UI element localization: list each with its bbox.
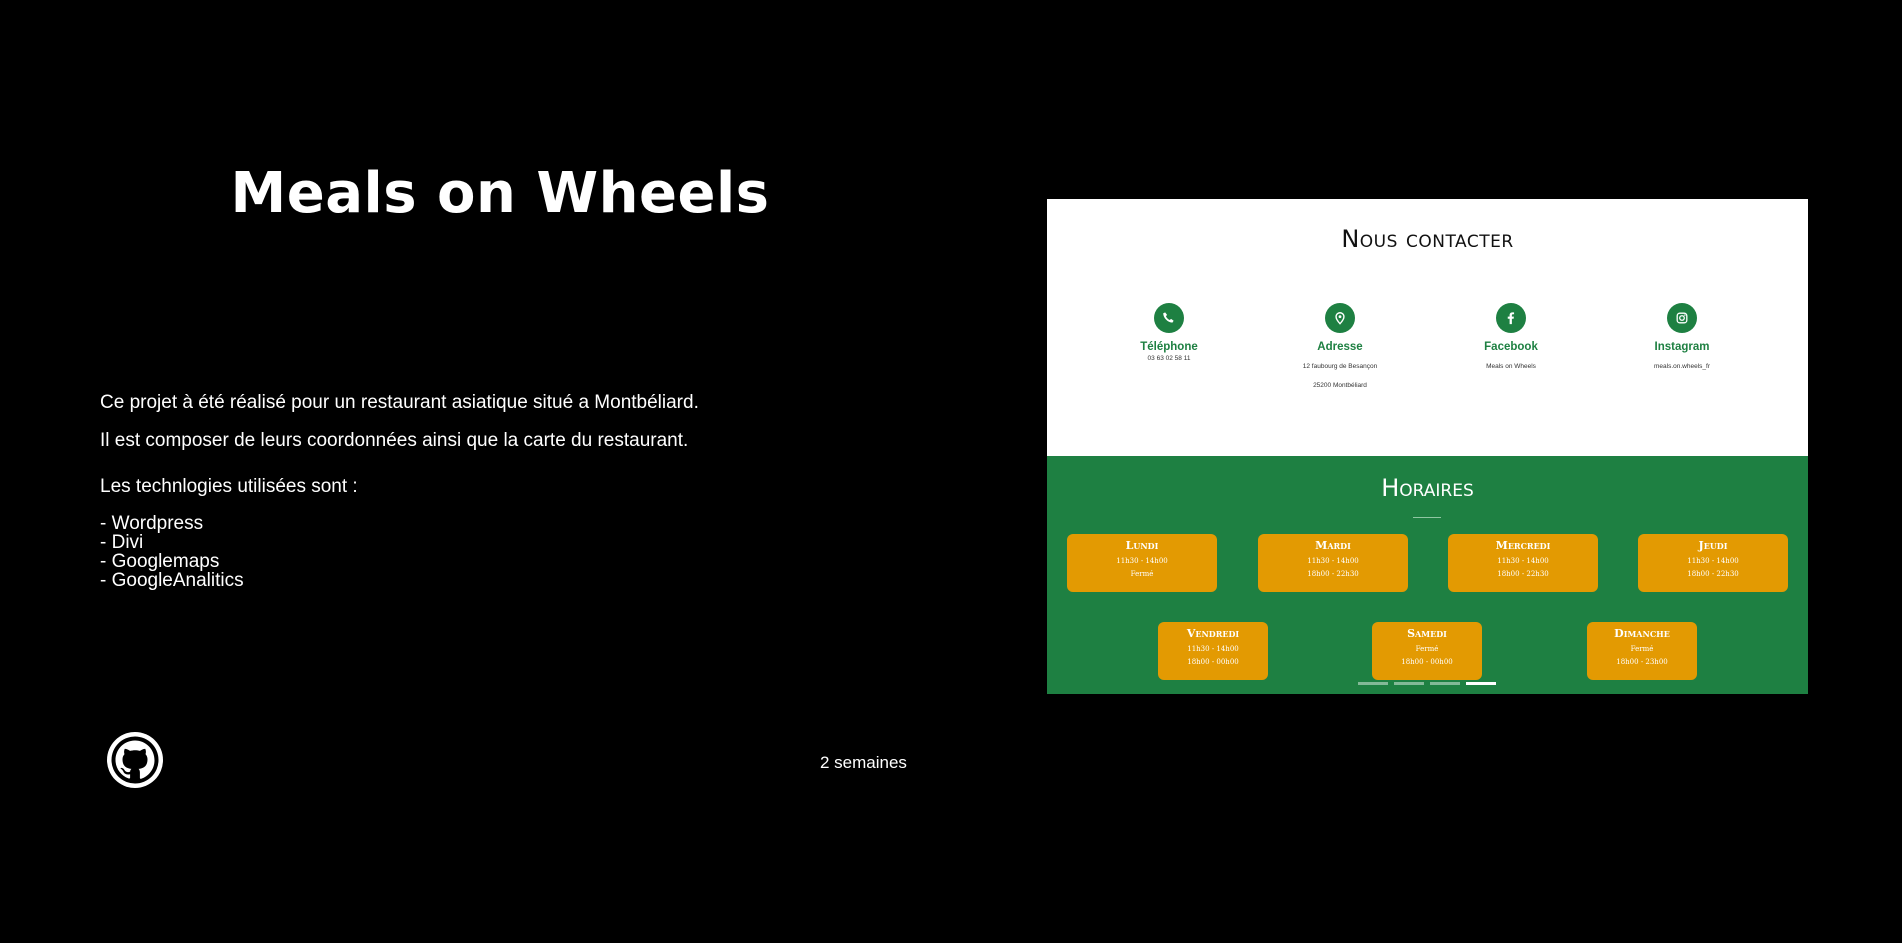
day-hours: 18h00 - 22h30 [1307, 570, 1359, 578]
project-title: Meals on Wheels [230, 161, 770, 226]
tech-item: - GoogleAnalitics [100, 570, 244, 591]
day-name: Mercredi [1495, 539, 1551, 552]
tech-item: - Googlemaps [100, 551, 220, 572]
day-hours: 18h00 - 22h30 [1687, 570, 1739, 578]
day-hours: 11h30 - 14h00 [1687, 557, 1739, 565]
day-hours: 18h00 - 00h00 [1187, 658, 1239, 666]
github-icon[interactable] [106, 731, 164, 789]
contact-item-phone[interactable]: Téléphone 03 63 02 58 11 [1094, 303, 1244, 363]
website-preview: Nous contacter Téléphone 03 63 02 58 11 … [1047, 199, 1808, 694]
contact-item-facebook[interactable]: Facebook Meals on Wheels [1436, 303, 1586, 371]
day-card-vendredi: Vendredi 11h30 - 14h00 18h00 - 00h00 [1158, 622, 1268, 680]
day-card-mercredi: Mercredi 11h30 - 14h00 18h00 - 22h30 [1448, 534, 1598, 592]
contact-value: Meals on Wheels [1486, 363, 1536, 370]
phone-icon [1154, 303, 1184, 333]
day-name: Jeudi [1698, 539, 1728, 552]
day-card-dimanche: Dimanche Fermé 18h00 - 23h00 [1587, 622, 1697, 680]
day-card-jeudi: Jeudi 11h30 - 14h00 18h00 - 22h30 [1638, 534, 1788, 592]
day-hours: 11h30 - 14h00 [1497, 557, 1549, 565]
day-hours: Fermé [1130, 570, 1154, 578]
day-name: Samedi [1407, 627, 1447, 640]
hours-divider [1413, 517, 1441, 518]
project-duration: 2 semaines [820, 753, 907, 772]
map-pin-icon [1325, 303, 1355, 333]
day-card-mardi: Mardi 11h30 - 14h00 18h00 - 22h30 [1258, 534, 1408, 592]
contact-label: Facebook [1484, 341, 1538, 353]
description-line-2: Il est composer de leurs coordonnées ain… [100, 430, 689, 451]
hours-title: Horaires [1381, 474, 1474, 502]
contact-value-2: 25200 Montbéliard [1313, 382, 1367, 389]
instagram-icon [1667, 303, 1697, 333]
contact-value: 12 faubourg de Besançon [1302, 363, 1378, 370]
day-name: Mardi [1315, 539, 1351, 552]
day-card-samedi: Samedi Fermé 18h00 - 00h00 [1372, 622, 1482, 680]
day-card-lundi: Lundi 11h30 - 14h00 Fermé [1067, 534, 1217, 592]
project-page: Meals on Wheels Ce projet à été réalisé … [0, 0, 1902, 943]
contact-item-instagram[interactable]: Instagram meals.on.wheels_fr [1607, 303, 1757, 371]
day-hours: 18h00 - 22h30 [1497, 570, 1549, 578]
day-hours: 11h30 - 14h00 [1116, 557, 1168, 565]
contact-label: Instagram [1654, 341, 1710, 353]
day-hours: Fermé [1630, 645, 1654, 653]
contact-item-address[interactable]: Adresse 12 faubourg de Besançon 25200 Mo… [1265, 303, 1415, 389]
tech-heading: Les technlogies utilisées sont : [100, 476, 358, 497]
contact-value: 03 63 02 58 11 [1147, 355, 1191, 362]
day-hours: Fermé [1415, 645, 1439, 653]
carousel-dot[interactable] [1430, 682, 1460, 685]
day-name: Vendredi [1186, 627, 1240, 640]
day-name: Dimanche [1614, 627, 1670, 640]
carousel-dot[interactable] [1394, 682, 1424, 685]
day-hours: 11h30 - 14h00 [1307, 557, 1359, 565]
project-description: Ce projet à été réalisé pour un restaura… [100, 392, 800, 590]
day-hours: 18h00 - 23h00 [1616, 658, 1668, 666]
description-line-1: Ce projet à été réalisé pour un restaura… [100, 392, 699, 413]
tech-item: - Divi [100, 532, 144, 553]
day-name: Lundi [1125, 539, 1159, 552]
tech-item: - Wordpress [100, 513, 204, 534]
contact-value: meals.on.wheels_fr [1654, 363, 1710, 370]
contact-section: Nous contacter Téléphone 03 63 02 58 11 … [1047, 199, 1808, 456]
day-hours: 18h00 - 00h00 [1401, 658, 1453, 666]
contact-label: Adresse [1317, 341, 1363, 353]
tech-list: - Wordpress - Divi - Googlemaps - Google… [100, 514, 800, 590]
carousel-dot[interactable] [1358, 682, 1388, 685]
contact-title: Nous contacter [1341, 225, 1514, 253]
hours-section: Horaires Lundi 11h30 - 14h00 Fermé Mardi… [1047, 456, 1808, 694]
carousel-dot-active[interactable] [1466, 682, 1496, 685]
facebook-icon [1496, 303, 1526, 333]
day-hours: 11h30 - 14h00 [1187, 645, 1239, 653]
contact-label: Téléphone [1140, 341, 1198, 353]
